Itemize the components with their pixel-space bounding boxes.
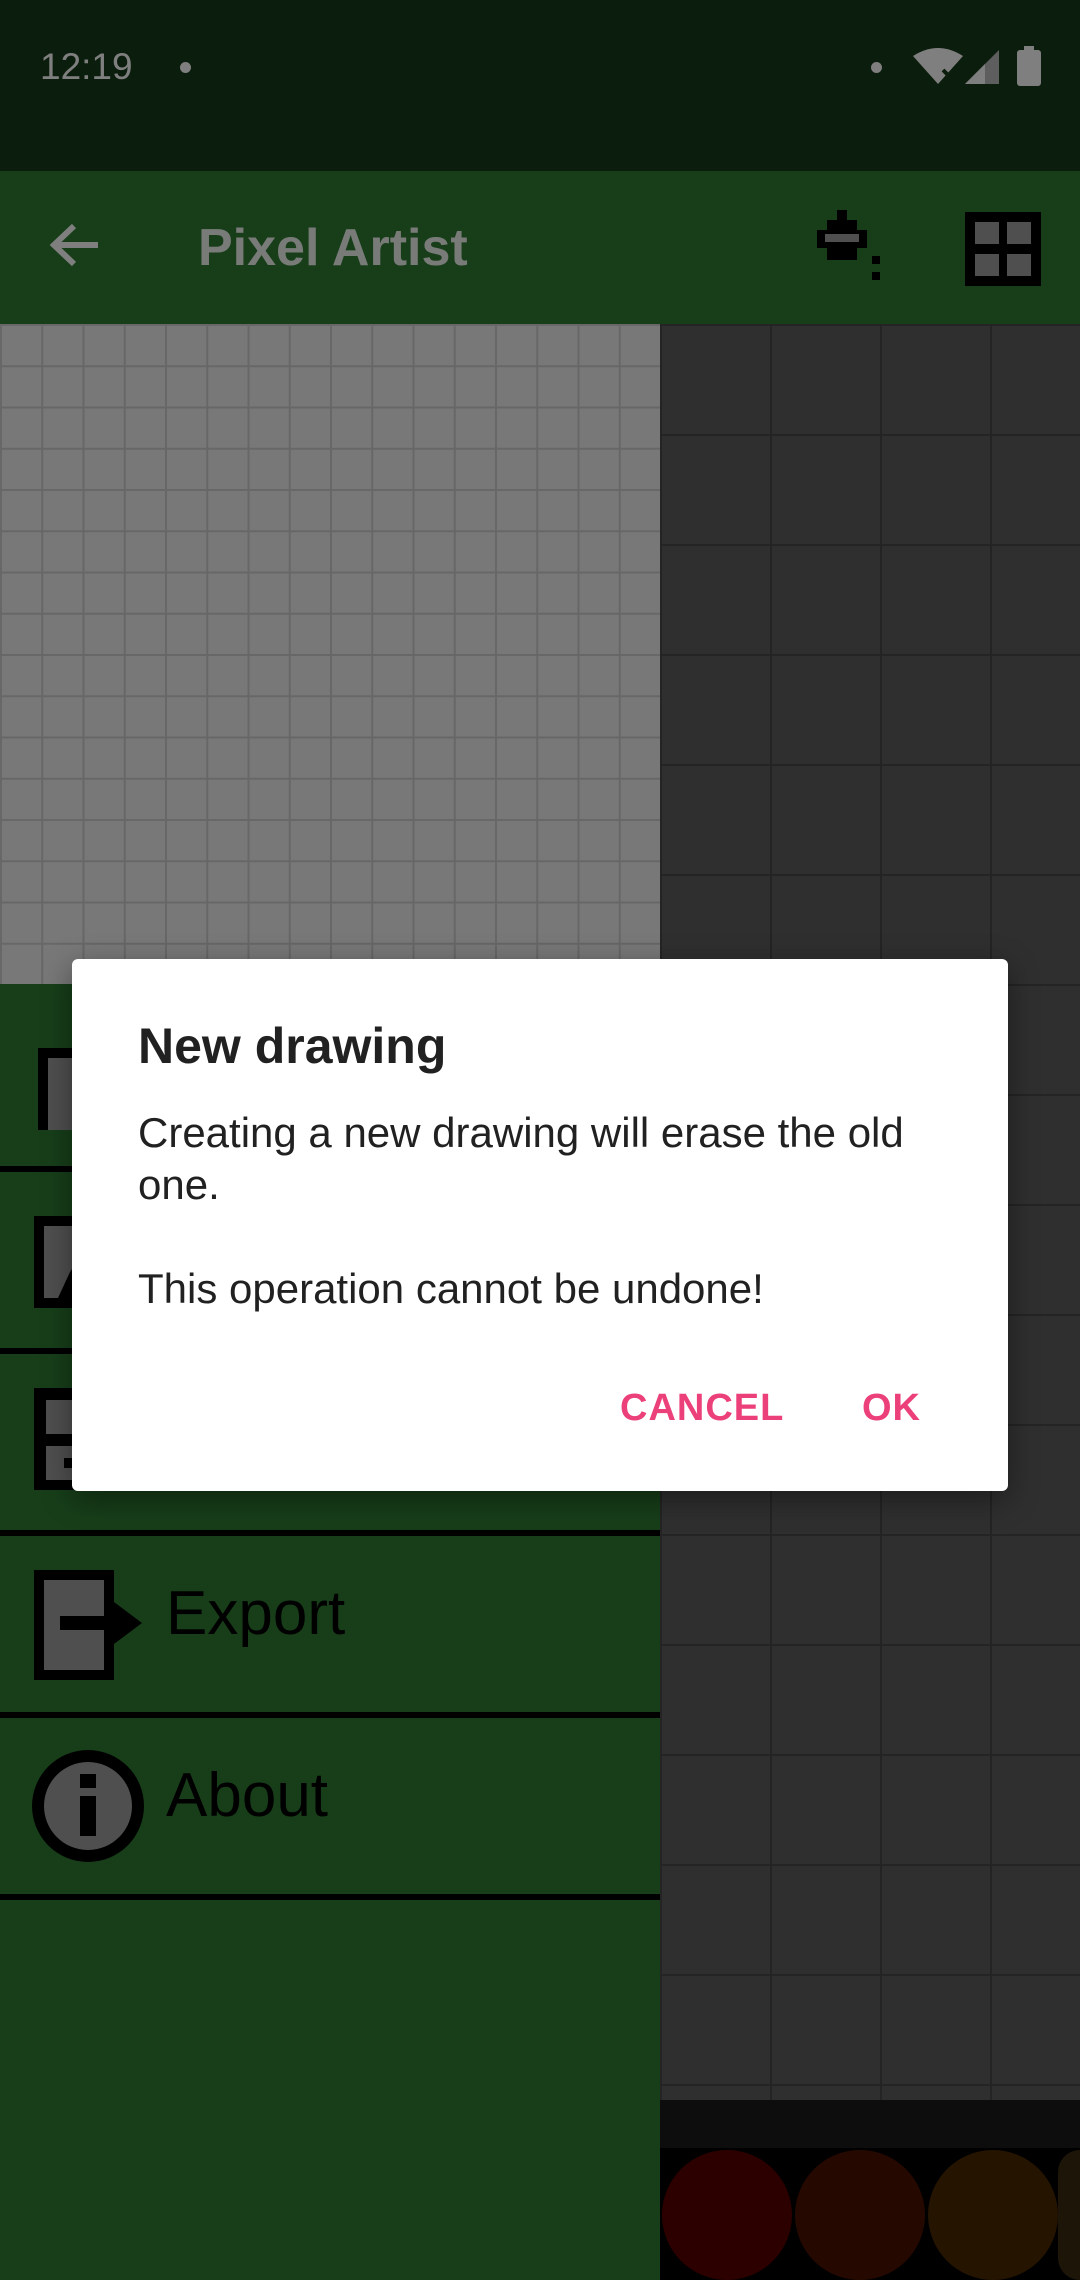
- ok-button[interactable]: OK: [862, 1387, 921, 1430]
- dialog-title: New drawing: [138, 1018, 447, 1074]
- cancel-button[interactable]: CANCEL: [620, 1387, 784, 1430]
- dialog-message: Creating a new drawing will erase the ol…: [138, 1109, 904, 1312]
- new-drawing-dialog: New drawing Creating a new drawing will …: [72, 959, 1008, 1491]
